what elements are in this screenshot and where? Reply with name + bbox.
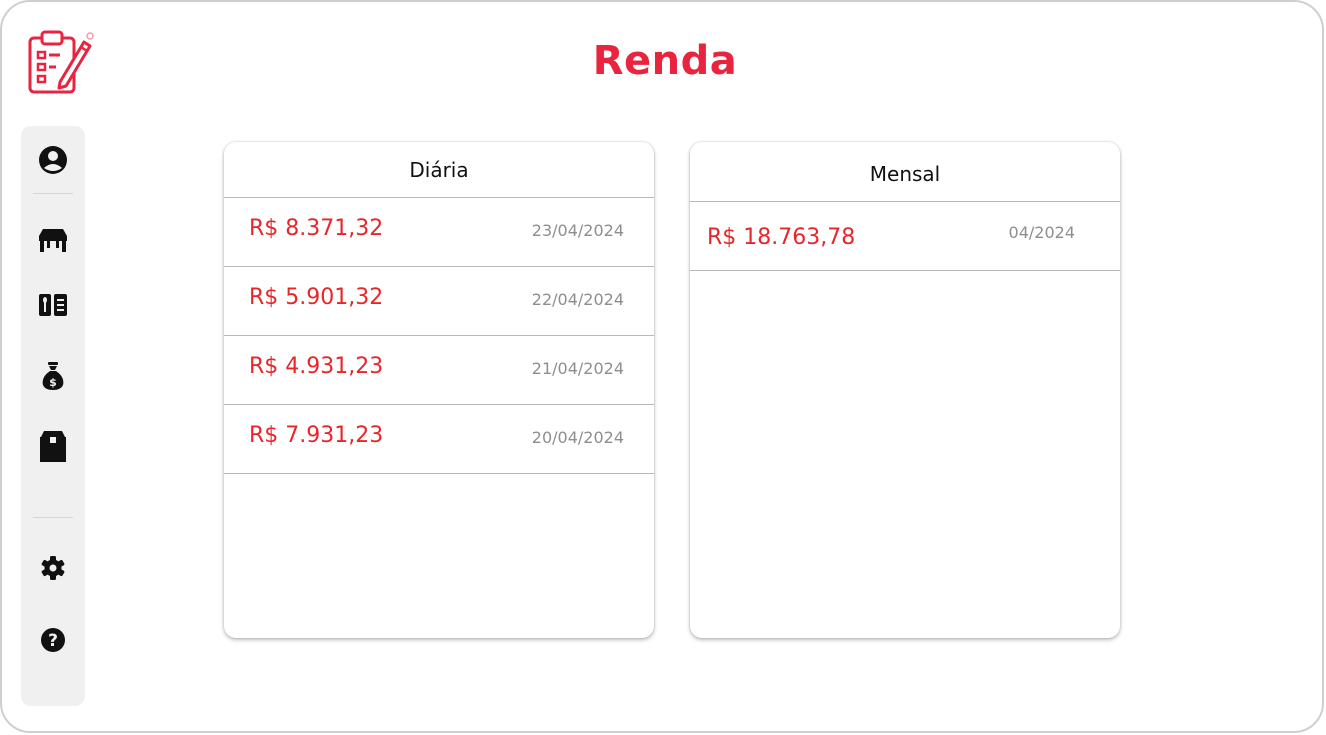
user-circle-icon[interactable] <box>37 144 69 176</box>
list-item[interactable]: R$ 7.931,23 20/04/2024 <box>224 405 654 474</box>
svg-text:?: ? <box>48 631 58 651</box>
daily-income-card: Diária R$ 8.371,32 23/04/2024 R$ 5.901,3… <box>224 142 654 638</box>
income-date: 20/04/2024 <box>531 428 624 447</box>
income-date: 04/2024 <box>1008 223 1075 242</box>
box-icon[interactable] <box>37 430 69 462</box>
income-date: 22/04/2024 <box>531 290 624 309</box>
sidebar: $ ? <box>21 126 85 706</box>
list-item[interactable]: R$ 18.763,78 04/2024 <box>690 202 1120 271</box>
money-bag-icon[interactable]: $ <box>37 360 69 392</box>
income-amount: R$ 18.763,78 <box>707 225 856 250</box>
income-date: 23/04/2024 <box>531 221 624 240</box>
sidebar-divider <box>33 517 73 518</box>
income-amount: R$ 4.931,23 <box>249 354 384 379</box>
table-icon[interactable] <box>37 224 69 256</box>
monthly-income-card: Mensal R$ 18.763,78 04/2024 <box>690 142 1120 638</box>
daily-card-title: Diária <box>224 142 654 198</box>
monthly-card-title: Mensal <box>690 142 1120 202</box>
list-item[interactable]: R$ 4.931,23 21/04/2024 <box>224 336 654 405</box>
income-date: 21/04/2024 <box>531 359 624 378</box>
help-circle-icon[interactable]: ? <box>37 624 69 656</box>
list-item[interactable]: R$ 8.371,32 23/04/2024 <box>224 198 654 267</box>
menu-book-icon[interactable] <box>37 289 69 321</box>
page-title: Renda <box>592 38 738 84</box>
income-amount: R$ 7.931,23 <box>249 423 384 448</box>
income-amount: R$ 8.371,32 <box>249 216 384 241</box>
list-item[interactable]: R$ 5.901,32 22/04/2024 <box>224 267 654 336</box>
sidebar-divider <box>33 193 73 194</box>
gear-icon[interactable] <box>37 552 69 584</box>
app-window: Renda $ ? Diária R$ 8.371,32 23/04/2024 … <box>0 0 1324 733</box>
income-amount: R$ 5.901,32 <box>249 285 384 310</box>
svg-text:$: $ <box>49 376 57 389</box>
